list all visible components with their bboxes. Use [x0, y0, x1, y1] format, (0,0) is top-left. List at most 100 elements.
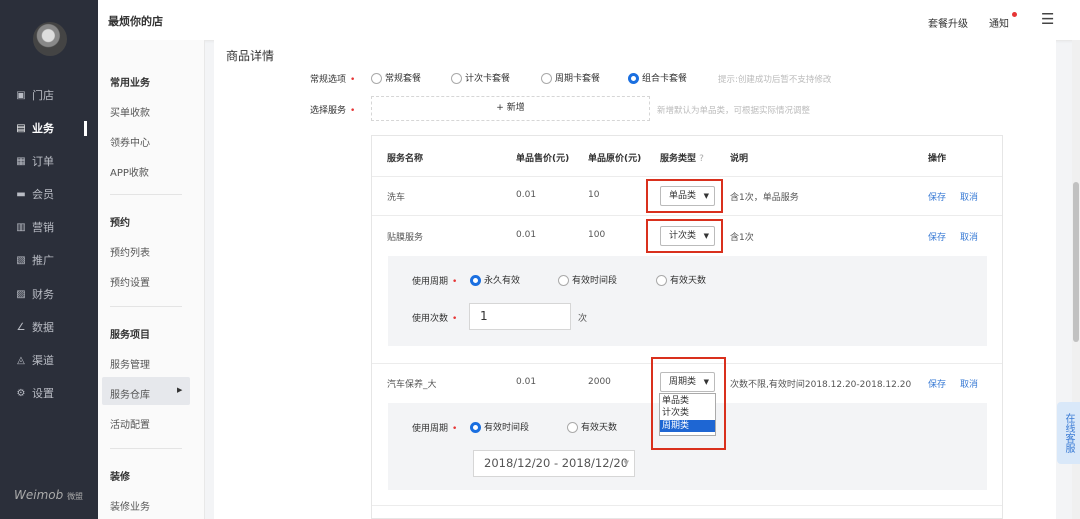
nav-label: 财务: [32, 288, 54, 301]
subnav-item[interactable]: APP收款: [110, 164, 149, 179]
radio-icon: [371, 73, 382, 84]
highlight-box: [651, 357, 726, 450]
nav-item-settings[interactable]: ⚙ 设置: [0, 382, 98, 404]
nav-item-data[interactable]: ∠ 数据: [0, 316, 98, 338]
col-header-orig: 单品原价(元): [588, 154, 642, 164]
type-select[interactable]: 单品类 ▼: [660, 186, 715, 206]
date-range-value: 2018/12/20 - 2018/12/20: [484, 456, 629, 470]
section-title: 商品详情: [226, 49, 275, 63]
cancel-link[interactable]: 取消: [960, 190, 978, 203]
divider: [110, 448, 182, 449]
row-divider: [372, 176, 1002, 177]
scrollbar-thumb[interactable]: [1073, 182, 1079, 342]
package-option-combo[interactable]: 组合卡套餐: [628, 71, 687, 84]
caret-down-icon: ▼: [703, 232, 709, 240]
package-label-text: 常规选项: [310, 75, 347, 85]
period-option-range[interactable]: 有效时间段: [558, 273, 617, 286]
notify-link[interactable]: 通知: [989, 15, 1009, 30]
count-input[interactable]: 1: [469, 303, 571, 330]
avatar[interactable]: [33, 22, 67, 56]
store-name: 最烦你的店: [108, 15, 163, 28]
gear-icon: ⚙: [16, 387, 26, 399]
period-option-range[interactable]: 有效时间段: [470, 420, 529, 433]
period-option-days[interactable]: 有效天数: [567, 420, 617, 433]
nav-item-members[interactable]: ▬ 会员: [0, 183, 98, 205]
caret-down-icon: ▼: [623, 459, 629, 467]
logo-sub: 微盟: [67, 492, 84, 501]
nav-label: 营销: [32, 221, 54, 234]
row-divider: [372, 505, 1002, 506]
order-icon: ▦: [16, 155, 26, 167]
menu-icon[interactable]: ☰: [1041, 12, 1054, 27]
cell-name: 洗车: [387, 193, 406, 203]
data-icon: ∠: [16, 321, 26, 333]
option-label: 永久有效: [484, 276, 521, 286]
subnav-item[interactable]: 活动配置: [110, 416, 150, 431]
nav-item-channel[interactable]: ◬ 渠道: [0, 349, 98, 371]
package-option-period[interactable]: 周期卡套餐: [541, 71, 600, 84]
option-label: 常规套餐: [385, 74, 422, 84]
help-icon[interactable]: ?: [699, 154, 704, 164]
radio-checked-icon: [628, 73, 639, 84]
package-label: 常规选项 •: [310, 75, 356, 85]
upgrade-link[interactable]: 套餐升级: [928, 15, 968, 30]
nav-item-marketing[interactable]: ▥ 营销: [0, 216, 98, 238]
save-link[interactable]: 保存: [928, 377, 946, 390]
save-link[interactable]: 保存: [928, 230, 946, 243]
option-label: 有效天数: [670, 276, 707, 286]
date-range-input[interactable]: 2018/12/20 - 2018/12/20 ▼: [473, 450, 635, 477]
nav-label: 业务: [32, 122, 54, 135]
cell-price: 0.01: [516, 377, 537, 387]
subnav-group-common: 常用业务: [110, 78, 150, 89]
option-label: 有效时间段: [572, 276, 618, 286]
notification-dot: [1012, 12, 1017, 17]
count-label-text: 使用次数: [412, 314, 449, 324]
nav-item-orders[interactable]: ▦ 订单: [0, 150, 98, 172]
subnav-item-service-warehouse[interactable]: 服务仓库: [110, 386, 150, 401]
cell-desc: 含1次: [730, 233, 754, 243]
cancel-link[interactable]: 取消: [960, 230, 978, 243]
caret-right-icon: ▶: [177, 386, 183, 394]
nav-item-finance[interactable]: ▨ 财务: [0, 283, 98, 305]
period-option-days[interactable]: 有效天数: [656, 273, 706, 286]
subnav-item[interactable]: 预约列表: [110, 244, 150, 259]
nav-item-promote[interactable]: ▧ 推广: [0, 249, 98, 271]
nav-item-store[interactable]: ▣ 门店: [0, 84, 98, 106]
promote-icon: ▧: [16, 254, 26, 266]
subnav-item[interactable]: 预约设置: [110, 274, 150, 289]
subnav-item[interactable]: 服务管理: [110, 356, 150, 371]
col-header-type: 服务类型 ?: [660, 151, 704, 164]
save-link[interactable]: 保存: [928, 190, 946, 203]
subnav-item[interactable]: 领券中心: [110, 134, 150, 149]
package-option-regular[interactable]: 常规套餐: [371, 71, 421, 84]
option-label: 组合卡套餐: [642, 74, 688, 84]
radio-icon: [567, 422, 578, 433]
service-hint: 新增默认为单品类，可根据实际情况调整: [657, 106, 811, 116]
caret-down-icon: ▼: [703, 192, 709, 200]
radio-icon: [558, 275, 569, 286]
service-label: 选择服务 •: [310, 106, 356, 116]
logo-text: Weimob: [14, 488, 64, 502]
option-label: 有效天数: [581, 423, 618, 433]
nav-label: 门店: [32, 89, 54, 102]
type-select[interactable]: 计次类 ▼: [660, 226, 715, 246]
subnav-item[interactable]: 买单收款: [110, 104, 150, 119]
period-option-permanent[interactable]: 永久有效: [470, 273, 520, 286]
package-option-count[interactable]: 计次卡套餐: [451, 71, 510, 84]
divider: [110, 306, 182, 307]
option-label: 有效时间段: [484, 423, 530, 433]
package-hint: 提示:创建成功后暂不支持修改: [718, 75, 832, 85]
nav-label: 数据: [32, 321, 54, 334]
row-divider: [372, 215, 1002, 216]
radio-checked-icon: [470, 422, 481, 433]
cancel-link[interactable]: 取消: [960, 377, 978, 390]
radio-icon: [656, 275, 667, 286]
period-label: 使用周期 •: [412, 424, 458, 434]
member-icon: ▬: [16, 188, 26, 200]
select-value: 单品类: [669, 191, 697, 201]
online-service-button[interactable]: 在线客服: [1057, 402, 1080, 464]
cell-orig: 10: [588, 190, 600, 200]
usage-panel: [388, 256, 987, 346]
subnav-item[interactable]: 装修业务: [110, 498, 150, 513]
add-service-button[interactable]: + 新增: [371, 96, 650, 121]
